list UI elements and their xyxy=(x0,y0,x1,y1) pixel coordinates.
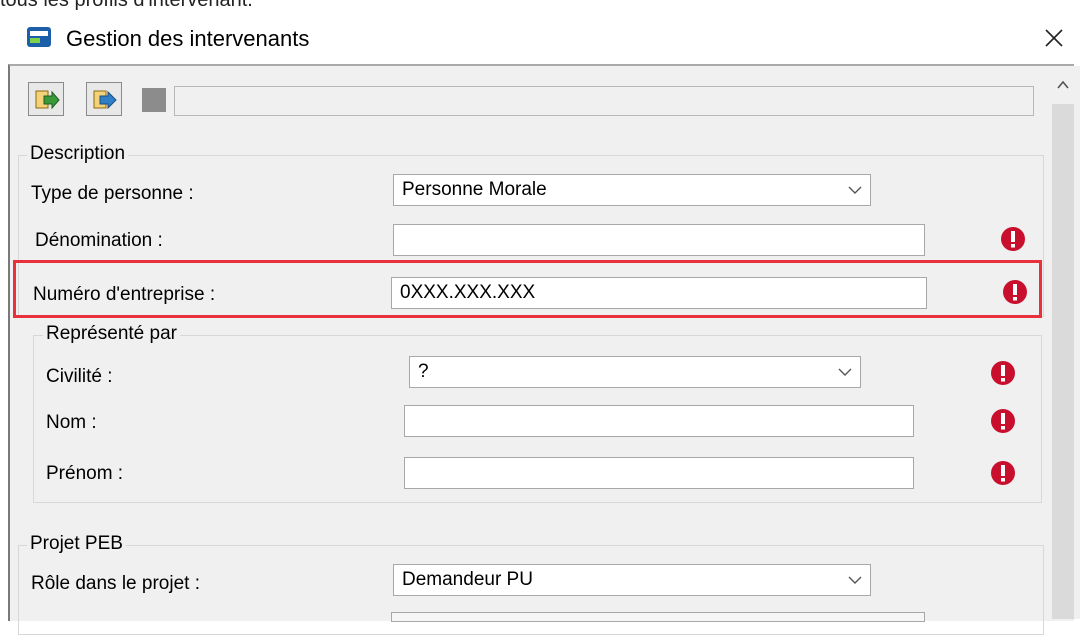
toolbar-path-field xyxy=(174,86,1034,116)
chevron-down-icon xyxy=(838,368,852,376)
chevron-down-icon xyxy=(848,576,862,584)
civilite-value: ? xyxy=(418,361,429,382)
window-title: Gestion des intervenants xyxy=(66,26,310,51)
type-personne-select[interactable]: Personne Morale xyxy=(393,174,871,206)
export-icon xyxy=(93,90,117,110)
chevron-down-icon xyxy=(848,186,862,194)
app-logo-icon xyxy=(27,27,51,47)
description-legend: Description xyxy=(27,143,129,165)
export-button[interactable] xyxy=(86,82,122,116)
close-icon xyxy=(1045,29,1063,47)
error-icon xyxy=(1002,279,1028,305)
error-icon xyxy=(990,360,1016,386)
role-select[interactable]: Demandeur PU xyxy=(393,564,871,596)
window-titlebar: Gestion des intervenants xyxy=(0,18,1080,64)
numero-entreprise-label: Numéro d'entreprise : xyxy=(33,284,216,305)
vertical-scrollbar[interactable] xyxy=(1052,66,1080,619)
dropdown-arrow[interactable] xyxy=(840,175,870,205)
type-personne-label: Type de personne : xyxy=(31,183,194,204)
denomination-input[interactable] xyxy=(393,224,925,256)
civilite-label: Civilité : xyxy=(46,366,113,387)
scroll-track[interactable] xyxy=(1052,104,1074,619)
next-field-partial[interactable] xyxy=(391,612,925,622)
scroll-up-button[interactable] xyxy=(1052,66,1074,102)
error-icon xyxy=(990,460,1016,486)
role-label: Rôle dans le projet : xyxy=(31,573,200,594)
chevron-up-icon xyxy=(1057,80,1069,89)
error-icon xyxy=(1000,226,1026,252)
document-caption-text: tous les profils d'intervenant. xyxy=(0,0,253,11)
disabled-icon xyxy=(142,88,166,112)
error-icon xyxy=(990,408,1016,434)
type-personne-value: Personne Morale xyxy=(402,179,547,200)
dropdown-arrow[interactable] xyxy=(830,357,860,387)
prenom-input[interactable] xyxy=(404,457,914,489)
numero-entreprise-input[interactable]: 0XXX.XXX.XXX xyxy=(391,277,927,309)
dropdown-arrow[interactable] xyxy=(840,565,870,595)
represente-par-legend: Représenté par xyxy=(43,323,180,345)
prenom-label: Prénom : xyxy=(46,463,124,484)
role-value: Demandeur PU xyxy=(402,569,533,590)
civilite-select[interactable]: ? xyxy=(409,356,861,388)
import-icon xyxy=(35,90,60,110)
projet-peb-legend: Projet PEB xyxy=(27,533,126,555)
denomination-label: Dénomination : xyxy=(35,230,163,251)
nom-label: Nom : xyxy=(46,412,97,433)
import-button[interactable] xyxy=(28,82,64,116)
nom-input[interactable] xyxy=(404,405,914,437)
close-button[interactable] xyxy=(1030,18,1076,62)
